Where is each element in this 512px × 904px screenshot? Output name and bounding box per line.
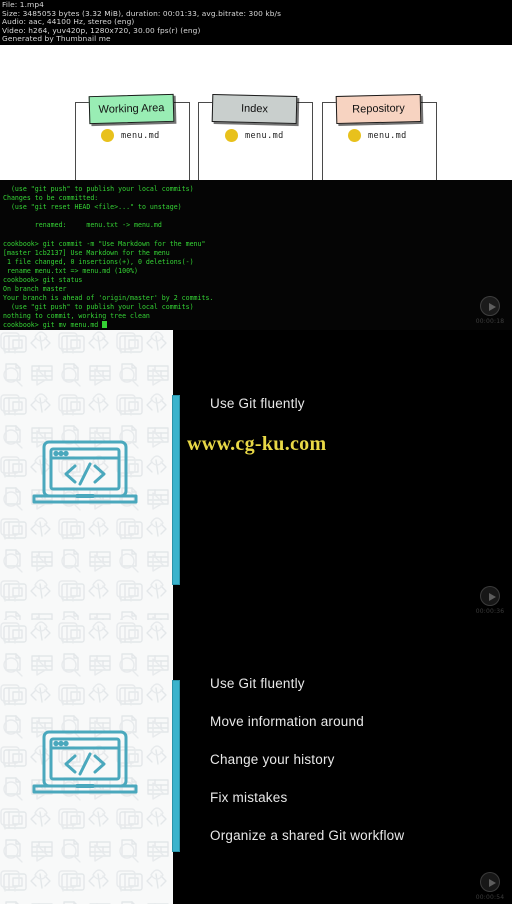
terminal-prompt: cookbook> git mv menu.md <box>3 321 103 330</box>
file-dot-icon <box>225 129 238 142</box>
play-overlay-2[interactable]: 00:00:36 <box>470 586 510 615</box>
file-info-header: File: 1.mp4 Size: 3485053 bytes (3.32 Mi… <box>0 0 512 45</box>
bullet-item: Organize a shared Git workflow <box>210 828 405 843</box>
bullet-item: Change your history <box>210 752 335 767</box>
thumbnail-3[interactable]: Use Git fluently Move information around… <box>0 620 512 904</box>
laptop-code-icon <box>32 730 138 794</box>
terminal-output: (use "git push" to publish your local co… <box>0 180 512 330</box>
bullet-item: Move information around <box>210 714 364 729</box>
thumbnail-1[interactable]: Working Area Index Repository menu.md me… <box>0 45 512 330</box>
repository-label: Repository <box>335 93 422 125</box>
working-area-file: menu.md <box>101 129 160 142</box>
watermark: www.cg-ku.com <box>187 433 327 455</box>
play-overlay-3[interactable]: 00:00:54 <box>470 872 510 901</box>
terminal-cursor <box>102 321 108 329</box>
file-dot-icon <box>101 129 114 142</box>
play-overlay-1[interactable]: 00:00:18 <box>470 296 510 325</box>
file-info-generator: Generated by Thumbnail me <box>2 34 111 43</box>
thumbnail-2[interactable]: Use Git fluently www.cg-ku.com <box>0 330 512 620</box>
play-icon[interactable] <box>480 872 500 892</box>
timestamp: 00:00:54 <box>475 894 505 901</box>
laptop-code-icon <box>32 440 138 504</box>
file-name: menu.md <box>245 130 284 141</box>
working-area-label: Working Area <box>88 93 175 125</box>
timestamp: 00:00:18 <box>475 318 505 325</box>
accent-bar <box>172 395 180 585</box>
play-icon[interactable] <box>480 586 500 606</box>
index-label: Index <box>211 93 298 125</box>
file-dot-icon <box>348 129 361 142</box>
bullet-item: Use Git fluently <box>210 676 305 691</box>
git-areas-diagram: Working Area Index Repository menu.md me… <box>0 45 512 207</box>
timestamp: 00:00:36 <box>475 608 505 615</box>
bullet-item: Fix mistakes <box>210 790 288 805</box>
terminal-lines: (use "git push" to publish your local co… <box>3 185 214 321</box>
slide3-bullet-list: Use Git fluently Move information around… <box>210 676 500 866</box>
slide2-headline: Use Git fluently <box>210 396 305 411</box>
file-name: menu.md <box>121 130 160 141</box>
repository-file: menu.md <box>348 129 407 142</box>
index-file: menu.md <box>225 129 284 142</box>
play-icon[interactable] <box>480 296 500 316</box>
accent-bar <box>172 680 180 852</box>
file-name: menu.md <box>368 130 407 141</box>
